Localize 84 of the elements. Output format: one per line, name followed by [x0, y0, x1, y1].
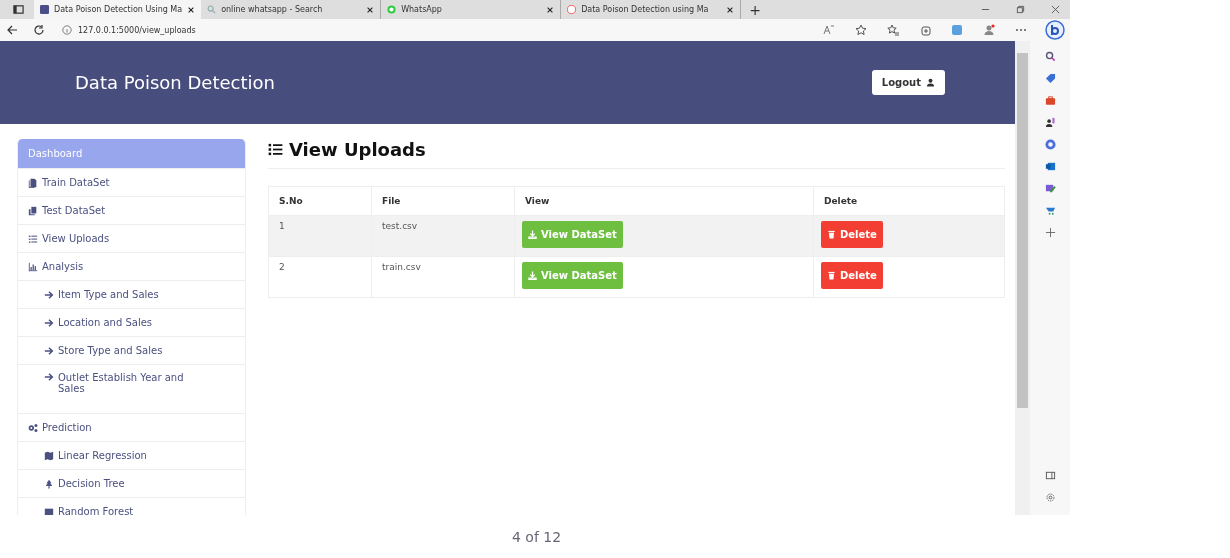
logout-button[interactable]: Logout: [871, 70, 945, 95]
table-cell: train.csv: [371, 256, 515, 298]
back-icon[interactable]: [6, 24, 18, 36]
cart-icon[interactable]: [1044, 205, 1056, 216]
arrow-right-icon: [44, 317, 54, 328]
sidebar-subitem[interactable]: Decision Tree: [17, 470, 246, 498]
people-icon[interactable]: [1044, 117, 1056, 128]
page-heading: View Uploads: [289, 139, 426, 160]
browser-essentials-icon[interactable]: [951, 24, 963, 36]
copilot-icon[interactable]: [1045, 20, 1065, 40]
sidebar-subitem[interactable]: Store Type and Sales: [17, 337, 246, 365]
search-icon[interactable]: [1044, 51, 1056, 62]
trash-icon: [827, 271, 836, 280]
column-header: Delete: [813, 186, 1005, 216]
restore-icon[interactable]: [1016, 5, 1025, 14]
sidebar-subitem[interactable]: Random Forest: [17, 498, 246, 515]
address-field[interactable]: 127.0.0.1:5000/view_uploads: [54, 21, 817, 39]
download-icon: [528, 230, 537, 239]
url-text: 127.0.0.1:5000/view_uploads: [78, 25, 196, 35]
user-icon: [926, 78, 935, 87]
sidebar-item[interactable]: Analysis: [17, 253, 246, 281]
sidebar-subitem[interactable]: Outlet Establish Year and Sales: [17, 365, 246, 414]
star-add-icon[interactable]: [855, 24, 867, 36]
refresh-icon[interactable]: [33, 24, 45, 36]
scrollbar[interactable]: [1015, 41, 1030, 515]
tree-icon: [44, 478, 54, 489]
arrow-right-icon: [44, 289, 54, 300]
sidebar-item[interactable]: View Uploads: [17, 225, 246, 253]
sidebar-subitem[interactable]: Item Type and Sales: [17, 281, 246, 309]
tab-title: Data Poison Detection using Ma: [581, 5, 710, 14]
arrow-right-icon: [44, 345, 54, 356]
map-icon: [44, 450, 54, 461]
table-cell: 2: [268, 256, 372, 298]
tab-title: WhatsApp: [401, 5, 443, 14]
table-cell: test.csv: [371, 215, 515, 257]
column-header: S.No: [268, 186, 372, 216]
arrow-right-icon: [44, 372, 54, 382]
copy-icon: [28, 205, 38, 216]
sidebar-item[interactable]: Train DataSet: [17, 169, 246, 197]
close-icon[interactable]: [187, 5, 196, 14]
ring-icon[interactable]: [1044, 139, 1056, 150]
paint-icon[interactable]: [1044, 183, 1056, 194]
new-tab-button[interactable]: +: [749, 1, 761, 18]
list-icon: [28, 233, 38, 244]
add-icon[interactable]: [1044, 227, 1056, 238]
table-cell: 1: [268, 215, 372, 257]
tag-icon[interactable]: [1044, 73, 1056, 84]
settings-icon[interactable]: [1044, 492, 1056, 503]
favorites-icon[interactable]: [887, 24, 899, 36]
document-icon: [28, 177, 38, 188]
site-favicon: [567, 5, 577, 14]
download-icon: [528, 271, 537, 280]
browser-tab[interactable]: Data Poison Detection Using Ma: [34, 0, 202, 19]
delete-button[interactable]: Delete: [821, 221, 883, 248]
page-counter: 4 of 12: [512, 528, 562, 545]
read-aloud-icon[interactable]: [823, 24, 835, 36]
table-icon: [44, 506, 54, 515]
list-icon: [268, 142, 283, 157]
collections-icon[interactable]: [919, 24, 931, 36]
trash-icon: [827, 230, 836, 239]
chat-icon: [387, 5, 397, 14]
tab-title: online whatsapp - Search: [221, 5, 324, 14]
site-favicon: [40, 5, 49, 14]
briefcase-icon[interactable]: [1044, 95, 1056, 106]
mail-icon[interactable]: [1044, 161, 1056, 172]
delete-button[interactable]: Delete: [821, 262, 883, 289]
sidebar-panel-icon[interactable]: [1044, 470, 1056, 481]
info-icon: [62, 25, 72, 35]
gears-icon: [28, 422, 38, 433]
close-icon[interactable]: [546, 5, 555, 14]
tab-title: Data Poison Detection Using Ma: [54, 5, 183, 14]
column-header: File: [371, 186, 515, 216]
close-icon[interactable]: [726, 5, 735, 14]
sidebar-item[interactable]: Test DataSet: [17, 197, 246, 225]
profile-icon[interactable]: [983, 24, 995, 36]
column-header: View: [514, 186, 814, 216]
sidebar-subitem[interactable]: Linear Regression: [17, 442, 246, 470]
sidebar-subitem[interactable]: Location and Sales: [17, 309, 246, 337]
tab-actions-icon[interactable]: [13, 4, 24, 15]
site-title: Data Poison Detection: [75, 72, 275, 93]
sidebar-item[interactable]: Prediction: [17, 414, 246, 442]
bar-chart-icon: [28, 261, 38, 272]
search-icon: [207, 5, 217, 14]
close-icon[interactable]: [366, 5, 375, 14]
